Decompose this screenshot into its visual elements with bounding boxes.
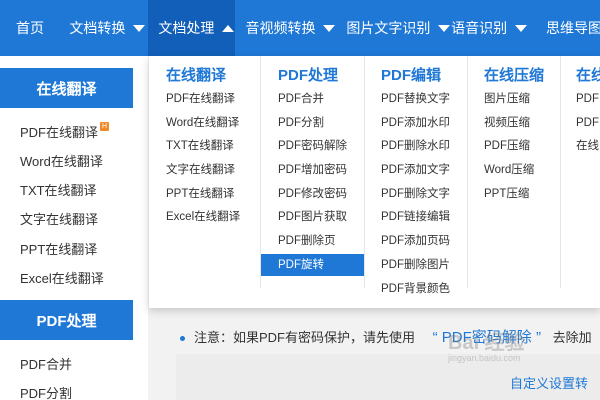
menu-item[interactable]: PDF合并 <box>278 88 324 110</box>
column-title: PDF编辑 <box>381 67 442 84</box>
menu-item[interactable]: PDF删除文字 <box>381 183 450 205</box>
sidebar-item[interactable]: 文字在线翻译 <box>20 209 98 228</box>
menu-item[interactable]: Excel在线翻译 <box>166 206 240 228</box>
sidebar-item[interactable]: Word在线翻译 <box>20 151 103 170</box>
menu-item[interactable]: 文字在线翻译 <box>166 159 235 181</box>
nav-mindmap[interactable]: 思维导图 <box>540 0 600 56</box>
chevron-down-icon <box>133 24 146 32</box>
menu-item[interactable]: PPT在线翻译 <box>166 183 234 205</box>
nav-doc-process[interactable]: 文档处理 <box>148 0 236 56</box>
sidebar-item[interactable]: PDF在线翻译 H <box>20 122 110 141</box>
chevron-down-icon <box>323 24 336 32</box>
chevron-down-icon <box>515 24 528 32</box>
nav-av-convert[interactable]: 音视频转换 <box>235 0 336 56</box>
menu-item[interactable]: PDF图片获取 <box>278 206 347 228</box>
menu-item[interactable]: PDF背景颜色 <box>381 278 450 300</box>
sidebar-title-pdf: PDF处理 <box>0 300 133 340</box>
sidebar-item[interactable]: PDF分割 <box>20 383 72 400</box>
nav-doc-convert-label: 文档转换 <box>69 20 126 36</box>
menu-item[interactable]: TXT在线翻译 <box>166 135 234 157</box>
menu-item[interactable]: PDF添加文字 <box>381 159 450 181</box>
nav-mindmap-label: 思维导图 <box>546 20 600 36</box>
menu-item[interactable]: PDF密码解除 <box>278 135 347 157</box>
nav-home-label: 首页 <box>16 20 44 36</box>
sidebar-title-translate: 在线翻译 <box>0 68 133 108</box>
chevron-up-icon <box>222 24 235 32</box>
menu-item[interactable]: PDF链接编辑 <box>381 206 450 228</box>
column-divider <box>467 56 468 288</box>
menu-item[interactable]: PDF在线翻译 <box>166 88 235 110</box>
nav-av-convert-label: 音视频转换 <box>245 20 316 36</box>
notice-suffix: 去除加 <box>552 330 592 345</box>
nav-doc-convert[interactable]: 文档转换 <box>69 0 148 56</box>
menu-item[interactable]: PPT压缩 <box>484 183 529 205</box>
page: 首页 文档转换 文档处理 音视频转换 图片文字识别 语音识别 思维导图 在线翻译 <box>0 0 600 400</box>
custom-settings-link[interactable]: 自定义设置转 <box>510 373 588 392</box>
column-divider <box>560 56 561 288</box>
menu-item[interactable]: PDF压缩 <box>484 135 530 157</box>
sidebar-item[interactable]: TXT在线翻译 <box>20 180 97 199</box>
menu-item[interactable]: PDF修改密码 <box>278 183 347 205</box>
menu-item[interactable]: PDF删除水印 <box>381 135 450 157</box>
menu-item[interactable]: PDF添加水印 <box>381 112 450 134</box>
sidebar-item[interactable]: Excel在线翻译 <box>20 268 104 287</box>
doc-process-dropdown: 在线翻译 PDF在线翻译 Word在线翻译 TXT在线翻译 文字在线翻译 PPT… <box>149 56 600 308</box>
nav-image-ocr-label: 图片文字识别 <box>346 20 431 36</box>
menu-item[interactable]: 在线 <box>576 135 599 157</box>
hot-badge-icon: H <box>100 122 110 131</box>
nav-home[interactable]: 首页 <box>0 0 69 56</box>
nav-doc-process-label: 文档处理 <box>158 20 215 36</box>
menu-item[interactable]: PDF分割 <box>278 112 324 134</box>
menu-item[interactable]: PDF添加页码 <box>381 230 450 252</box>
column-title: 在线翻译 <box>166 67 227 84</box>
bullet-icon <box>180 336 185 342</box>
menu-item[interactable]: PDF删除图片 <box>381 254 450 276</box>
menu-item[interactable]: PDF <box>576 88 599 110</box>
watermark-logo: Bai 经验 jingyan.baidu.com <box>448 332 525 363</box>
menu-item[interactable]: 视频压缩 <box>484 112 530 134</box>
column-title: 在线 <box>576 67 600 84</box>
notice: 注意：如果PDF有密码保护，请先使用 “ PDF密码解除 ” 去除加 <box>180 326 592 347</box>
sidebar: 在线翻译 PDF在线翻译 H Word在线翻译 TXT在线翻译 文字在线翻译 PP… <box>0 56 148 400</box>
column-title: PDF处理 <box>278 67 339 84</box>
menu-item[interactable]: Word在线翻译 <box>166 112 239 134</box>
column-divider <box>364 56 365 288</box>
menu-item[interactable]: PDF删除页 <box>278 230 336 252</box>
menu-item-selected[interactable]: PDF旋转 <box>261 254 364 276</box>
nav-speech-recognition-label: 语音识别 <box>451 20 508 36</box>
column-title: 在线压缩 <box>484 67 545 84</box>
menu-item[interactable]: Word压缩 <box>484 159 534 181</box>
nav-image-ocr[interactable]: 图片文字识别 <box>336 0 451 56</box>
menu-item[interactable]: PDF替换文字 <box>381 88 450 110</box>
nav-speech-recognition[interactable]: 语音识别 <box>451 0 540 56</box>
menu-item[interactable]: PDF <box>576 112 599 134</box>
menu-item[interactable]: 图片压缩 <box>484 88 530 110</box>
sidebar-item[interactable]: PPT在线翻译 <box>20 239 97 258</box>
chevron-down-icon <box>438 24 451 32</box>
sidebar-item[interactable]: PDF合并 <box>20 354 72 373</box>
top-nav: 首页 文档转换 文档处理 音视频转换 图片文字识别 语音识别 思维导图 <box>0 0 600 56</box>
menu-item[interactable]: PDF增加密码 <box>278 159 347 181</box>
notice-text: 注意：如果PDF有密码保护，请先使用 <box>194 330 416 345</box>
